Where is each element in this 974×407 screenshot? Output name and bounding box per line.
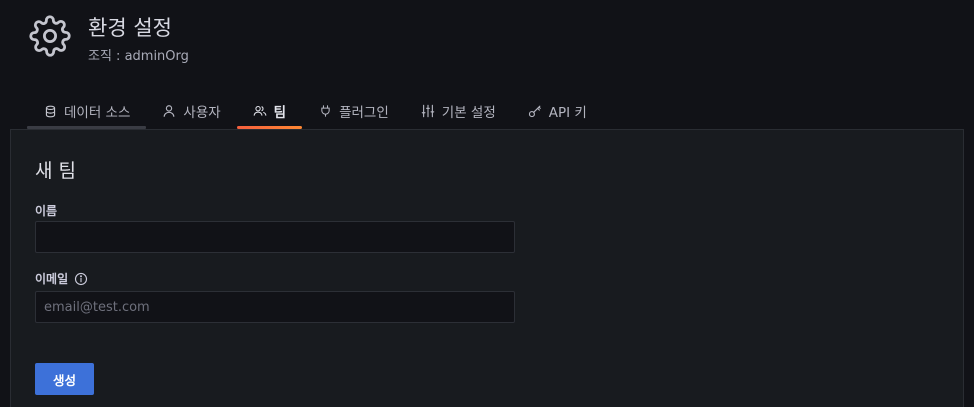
section-title: 새 팀 — [35, 160, 76, 182]
email-label-text: 이메일 — [35, 272, 69, 286]
tab-data-sources[interactable]: 데이터 소스 — [27, 96, 147, 129]
tab-api-keys[interactable]: API 키 — [512, 96, 603, 126]
key-icon — [528, 104, 542, 118]
page-title: 환경 설정 — [88, 16, 172, 40]
tab-preferences[interactable]: 기본 설정 — [405, 96, 512, 126]
create-button[interactable]: 생성 — [35, 363, 94, 395]
database-icon — [43, 104, 57, 118]
name-label: 이름 — [35, 202, 57, 219]
gear-icon — [28, 14, 72, 58]
tab-bar: 데이터 소스 사용자 팀 플러그인 기본 설정 API 키 — [27, 96, 603, 129]
tab-label: 데이터 소스 — [64, 105, 131, 121]
tab-plugins[interactable]: 플러그인 — [302, 96, 405, 126]
sliders-icon — [421, 104, 435, 118]
page-subtitle: 조직 : adminOrg — [88, 49, 189, 64]
tab-label: 사용자 — [183, 105, 221, 121]
tab-label: API 키 — [548, 105, 587, 121]
email-label: 이메일 — [35, 270, 88, 287]
tab-label: 기본 설정 — [441, 105, 496, 121]
info-icon[interactable] — [74, 272, 88, 286]
plug-icon — [318, 104, 332, 118]
header-text: 환경 설정 조직 : adminOrg — [88, 12, 189, 64]
tab-teams[interactable]: 팀 — [236, 96, 303, 129]
new-team-panel: 새 팀 이름 이메일 생성 — [10, 129, 964, 407]
user-icon — [162, 104, 176, 118]
name-label-text: 이름 — [35, 204, 58, 218]
page-header: 환경 설정 조직 : adminOrg — [28, 12, 189, 64]
tab-label: 팀 — [273, 105, 287, 121]
name-input[interactable] — [35, 221, 515, 253]
tab-users[interactable]: 사용자 — [146, 96, 236, 126]
email-input[interactable] — [35, 291, 515, 323]
preferences-page: 환경 설정 조직 : adminOrg 데이터 소스 사용자 팀 플러그인 기본… — [0, 0, 974, 407]
users-icon — [253, 104, 267, 118]
tab-label: 플러그인 — [339, 105, 389, 121]
